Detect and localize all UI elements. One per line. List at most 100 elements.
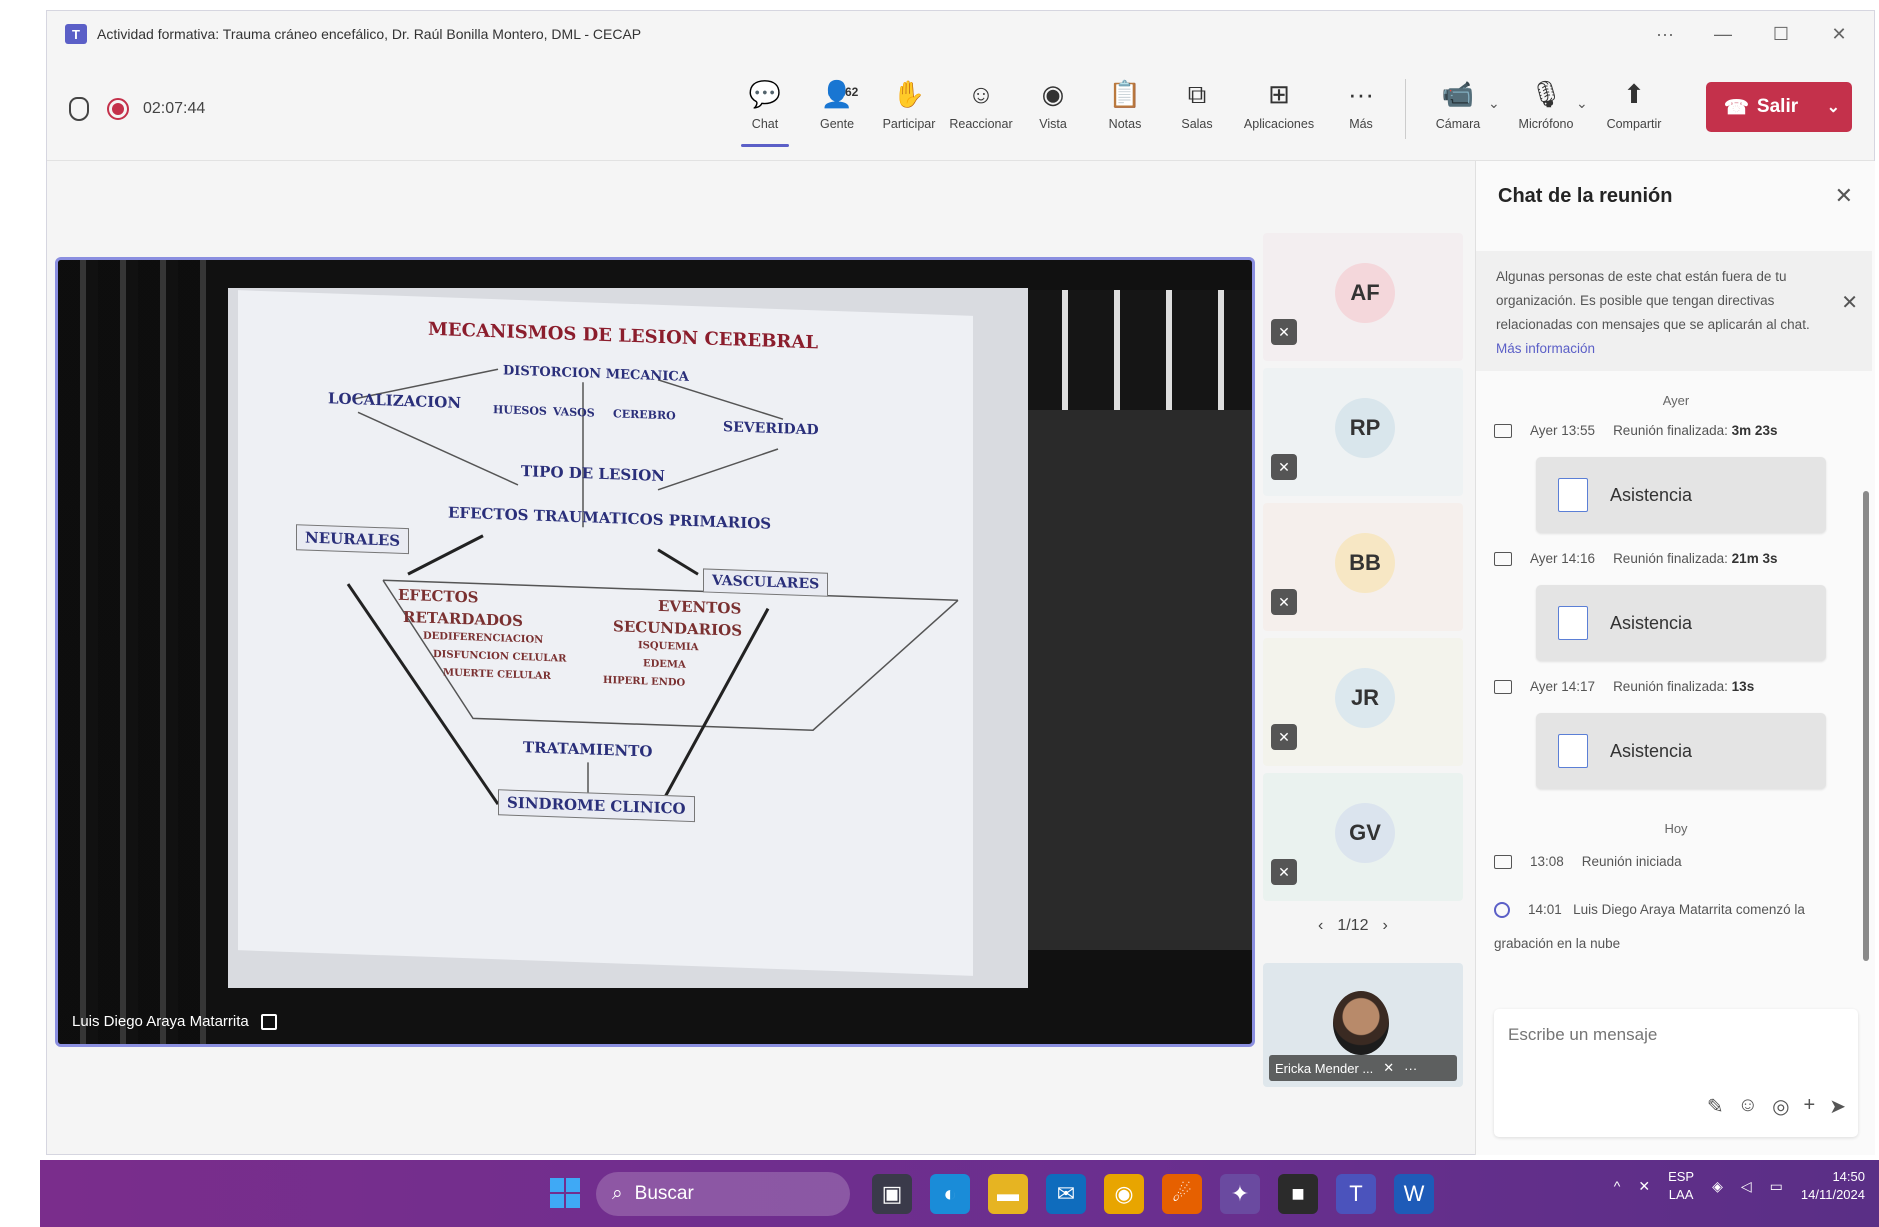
notice-text: Algunas personas de este chat están fuer… [1496, 269, 1810, 332]
outlook-icon[interactable]: ✉ [1046, 1174, 1086, 1214]
main-video-stage[interactable]: MECANISMOS DE LESION CEREBRAL DISTORCION… [55, 257, 1255, 1047]
more-button[interactable]: ··· Más [1325, 57, 1397, 161]
language-indicator[interactable]: ESP LAA [1668, 1168, 1694, 1204]
chat-button[interactable]: 💬 Chat [729, 57, 801, 161]
slide-isquemia: ISQUEMIA [638, 640, 699, 654]
participant-tile[interactable]: BB ✕ [1263, 503, 1463, 631]
windows-start-icon[interactable] [550, 1178, 580, 1208]
chat-panel: Chat de la reunión ✕ Algunas personas de… [1475, 161, 1875, 1155]
chat-label: Chat [751, 117, 779, 131]
volume-icon[interactable]: ◁ [1741, 1178, 1752, 1195]
participant-tile[interactable]: GV ✕ [1263, 773, 1463, 901]
view-button[interactable]: ◉ Vista [1017, 57, 1089, 161]
message-input[interactable] [1508, 1025, 1828, 1045]
external-notice: Algunas personas de este chat están fuer… [1476, 251, 1872, 371]
sticker-icon[interactable]: ◎ [1772, 1094, 1789, 1119]
people-label: Gente [819, 117, 855, 131]
firefox-icon[interactable]: ☄ [1162, 1174, 1202, 1214]
chat-header: Chat de la reunión ✕ [1476, 161, 1875, 231]
clock[interactable]: 14:50 14/11/2024 [1801, 1168, 1865, 1204]
toolbar-divider [1405, 79, 1406, 139]
shield-icon[interactable] [69, 96, 89, 121]
camera-off-icon: 📹 [1441, 79, 1475, 109]
participant-tile[interactable]: AF ✕ [1263, 233, 1463, 361]
slide-huesos: HUESOS [493, 403, 547, 418]
teams-window: T Actividad formativa: Trauma cráneo enc… [46, 10, 1875, 1155]
people-button[interactable]: 👤 62 Gente [801, 57, 873, 161]
more-info-link[interactable]: Más información [1496, 341, 1595, 356]
microphone-label: Micrófono [1518, 117, 1574, 131]
chrome-icon[interactable]: ◉ [1104, 1174, 1144, 1214]
minimize-button[interactable]: — [1694, 11, 1752, 57]
edge-icon[interactable]: ◐ [930, 1174, 970, 1214]
teams-icon[interactable]: T [1336, 1174, 1376, 1214]
plus-icon[interactable]: + [1804, 1094, 1816, 1119]
app-icon[interactable]: ✦ [1220, 1174, 1260, 1214]
more-icon[interactable]: ··· [1404, 1061, 1417, 1076]
more-options-button[interactable]: ··· [1636, 11, 1694, 57]
toolbar-actions: 💬 Chat 👤 62 Gente ✋ Participar ☺ Reaccio… [729, 57, 1678, 161]
participant-tile[interactable]: JR ✕ [1263, 638, 1463, 766]
format-icon[interactable]: ✎ [1707, 1094, 1724, 1119]
slide-severidad: SEVERIDAD [723, 419, 819, 439]
close-window-button[interactable]: ✕ [1810, 11, 1868, 57]
meeting-toolbar: 02:07:44 💬 Chat 👤 62 Gente ✋ Participar … [47, 57, 1874, 161]
presenter-label: Luis Diego Araya Matarrita [72, 1013, 277, 1030]
taskbar: ⌕ Buscar ▣ ◐ ▬ ✉ ◉ ☄ ✦ ■ T W ^ ✕ ESP LAA… [40, 1160, 1879, 1227]
taskbar-search[interactable]: ⌕ Buscar [596, 1172, 850, 1216]
rooms-button[interactable]: ⧉ Salas [1161, 57, 1233, 161]
teams-logo-icon: T [65, 24, 87, 44]
avatar: JR [1335, 668, 1395, 728]
mic-muted-icon[interactable]: ✕ [1638, 1178, 1650, 1195]
participants-strip: AF ✕ RP ✕ BB ✕ JR ✕ GV ✕ ‹ 1/12 › Ericka… [1263, 223, 1469, 1087]
participant-tile[interactable]: RP ✕ [1263, 368, 1463, 496]
participant-pager: ‹ 1/12 › [1318, 917, 1388, 935]
react-button[interactable]: ☺ Reaccionar [945, 57, 1017, 161]
attendance-card[interactable]: Asistencia [1536, 713, 1826, 789]
chevron-right-icon[interactable]: › [1382, 917, 1387, 935]
apps-button[interactable]: ⊞ Aplicaciones [1233, 57, 1325, 161]
chevron-up-icon[interactable]: ^ [1614, 1178, 1621, 1194]
phone-icon: ☎ [1724, 96, 1749, 119]
attendance-card[interactable]: Asistencia [1536, 457, 1826, 533]
share-button[interactable]: ⬆ Compartir [1590, 57, 1678, 161]
keyboard-layout: LAA [1668, 1187, 1694, 1202]
search-label: Buscar [634, 1183, 694, 1204]
share-label: Compartir [1606, 117, 1662, 131]
camera-button[interactable]: 📹 Cámara [1414, 57, 1502, 161]
emoji-icon[interactable]: ☺ [1738, 1094, 1758, 1119]
notes-button[interactable]: 📋 Notas [1089, 57, 1161, 161]
self-video [1333, 991, 1389, 1055]
send-icon[interactable]: ➤ [1829, 1094, 1846, 1119]
chat-icon: 💬 [748, 79, 782, 109]
mic-muted-icon: ✕ [1271, 454, 1297, 480]
apps-label: Aplicaciones [1243, 117, 1315, 131]
task-view-icon[interactable]: ▣ [872, 1174, 912, 1214]
wifi-icon[interactable]: ◈ [1712, 1178, 1723, 1195]
battery-icon[interactable]: ▭ [1770, 1178, 1783, 1195]
chat-scrollbar[interactable] [1863, 491, 1869, 961]
chevron-left-icon[interactable]: ‹ [1318, 917, 1323, 935]
attendance-card[interactable]: Asistencia [1536, 585, 1826, 661]
smiley-icon: ☺ [967, 79, 995, 109]
teams-meeting-icon[interactable]: ■ [1278, 1174, 1318, 1214]
close-icon[interactable]: ✕ [1835, 183, 1853, 209]
file-explorer-icon[interactable]: ▬ [988, 1174, 1028, 1214]
video-camera-icon [1494, 679, 1512, 694]
leave-button[interactable]: ☎ Salir ⌄ [1706, 82, 1852, 132]
meeting-event: Ayer 13:55 Reunión finalizada: 3m 23s [1494, 423, 1777, 438]
raise-hand-button[interactable]: ✋ Participar [873, 57, 945, 161]
self-video-tile[interactable]: Ericka Mender ... ✕ ··· [1263, 963, 1463, 1087]
notes-icon: 📋 [1108, 79, 1142, 109]
camera-label: Cámara [1435, 117, 1481, 131]
leave-options-chevron-icon[interactable]: ⌄ [1827, 97, 1840, 117]
microphone-button[interactable]: 🎙 Micrófono [1502, 57, 1590, 161]
recording-icon [107, 97, 129, 120]
close-icon[interactable]: ✕ [1841, 291, 1858, 315]
word-icon[interactable]: W [1394, 1174, 1434, 1214]
event-time: Ayer 13:55 [1530, 423, 1596, 438]
self-name-bar: Ericka Mender ... ✕ ··· [1269, 1055, 1457, 1081]
event-text: Reunión finalizada: [1613, 551, 1728, 566]
maximize-button[interactable]: ☐ [1752, 11, 1810, 57]
document-icon [1558, 478, 1588, 512]
